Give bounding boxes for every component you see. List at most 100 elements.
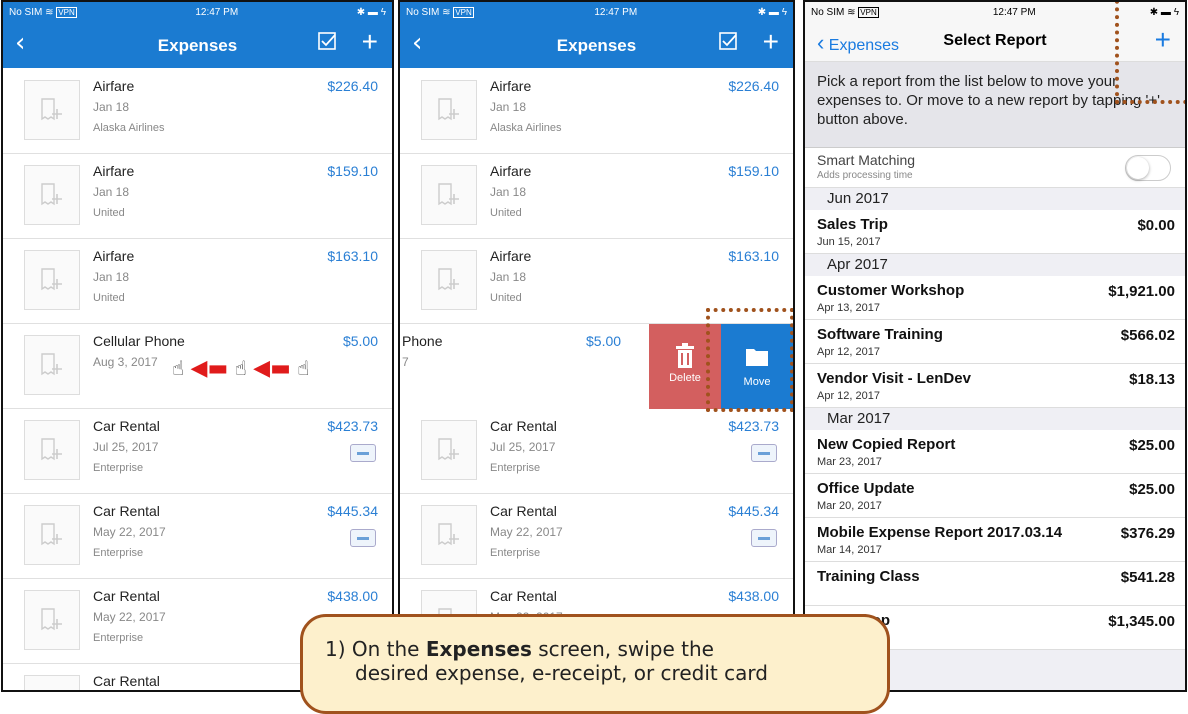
battery-icon: ✱ ▬ ϟ [356,6,386,18]
expense-title: Airfare [93,163,135,179]
receipt-thumbnail [24,505,80,565]
header-bar: No SIM ≋ VPN 12:47 PM ✱ ▬ ϟ ‹ Expenses + [3,2,392,68]
expense-vendor: Alaska Airlines [93,122,165,134]
receipt-add-icon [41,268,62,291]
carrier-label: No SIM ≋ VPN [9,6,77,18]
report-name: Training Class [817,568,920,585]
status-bar: No SIM ≋ VPN 12:47 PM ✱ ▬ ϟ [3,2,392,22]
report-amount: $25.00 [1129,481,1175,498]
receipt-add-icon [41,353,62,376]
expense-vendor: Enterprise [93,462,144,474]
instruction-callout: 1) On the Expenses screen, swipe the des… [300,614,890,714]
report-date: Mar 20, 2017 [817,500,882,512]
receipt-thumbnail [421,80,477,140]
month-header: Jun 2017 [805,188,1185,210]
swiped-date: 7 [402,355,409,369]
expense-row[interactable]: Airfare Jan 18 United $163.10 [3,238,392,324]
expense-amount: $5.00 [342,333,378,349]
expense-date: Jan 18 [93,185,130,199]
expense-row[interactable]: Airfare Jan 18 Alaska Airlines $226.40 [3,68,392,154]
expense-amount: $445.34 [327,503,378,519]
receipt-add-icon [438,183,459,206]
hand-icon: ☝ [172,356,185,380]
report-amount: $376.29 [1120,525,1175,542]
highlight-box [1115,2,1185,104]
expense-vendor: Alaska Airlines [490,122,562,134]
expense-title: Car Rental [93,673,160,689]
expense-row[interactable]: Car Rental May 22, 2017 Enterprise $445.34 [400,493,793,579]
report-name: New Copied Report [817,436,956,453]
expense-title: Airfare [93,248,135,264]
expense-title: Car Rental [490,418,557,434]
expense-amount: $445.34 [728,503,779,519]
add-icon[interactable]: + [763,26,779,58]
expense-date: Jan 18 [93,270,130,284]
report-row[interactable]: Sales Trip Jun 15, 2017 $0.00 [805,210,1185,254]
expense-row[interactable]: Airfare Jan 18 United $159.10 [3,153,392,239]
callout-line2: desired expense, e-receipt, or credit ca… [355,661,768,685]
hand-icon: ☝ [234,356,247,380]
report-date: Jun 15, 2017 [817,236,881,248]
report-date: Mar 23, 2017 [817,456,882,468]
expense-amount: $163.10 [728,248,779,264]
expense-date: May 22, 2017 [490,525,563,539]
expense-row[interactable]: Car Rental Jul 25, 2017 Enterprise $423.73 [400,408,793,494]
add-icon[interactable]: + [362,26,378,58]
receipt-add-icon [41,438,62,461]
expense-row[interactable]: Airfare Jan 18 Alaska Airlines $226.40 [400,68,793,154]
select-checkbox-icon[interactable] [719,32,737,55]
expense-title: Car Rental [93,588,160,604]
expense-title: Car Rental [490,503,557,519]
expense-vendor: Enterprise [93,632,144,644]
expense-vendor: Enterprise [490,547,541,559]
trash-icon [676,343,694,368]
select-checkbox-icon[interactable] [318,32,336,55]
expense-title: Car Rental [93,418,160,434]
report-row[interactable]: Vendor Visit - LenDev Apr 12, 2017 $18.13 [805,364,1185,408]
expense-title: Airfare [490,163,532,179]
receipt-thumbnail [24,250,80,310]
expense-amount: $226.40 [728,78,779,94]
month-header: Apr 2017 [805,254,1185,276]
expense-row[interactable]: Airfare Jan 18 United $159.10 [400,153,793,239]
expense-title: Car Rental [490,588,557,604]
report-row[interactable]: Training Class $541.28 [805,562,1185,606]
callout-line1: screen, swipe the [531,637,714,661]
report-name: Customer Workshop [817,282,965,299]
report-row[interactable]: Software Training Apr 12, 2017 $566.02 [805,320,1185,364]
carrier-label: No SIM ≋ VPN [811,6,879,18]
expense-amount: $438.00 [728,588,779,604]
expense-date: Aug 3, 2017 [93,355,158,369]
receipt-thumbnail [24,335,80,395]
expense-row[interactable]: Car Rental Jul 25, 2017 Enterprise $423.73 [3,408,392,494]
receipt-thumbnail [421,505,477,565]
credit-card-icon [350,529,376,547]
receipt-thumbnail [421,165,477,225]
receipt-thumbnail [421,250,477,310]
clock-label: 12:47 PM [992,6,1036,18]
carrier-label: No SIM ≋ VPN [406,6,474,18]
battery-icon: ✱ ▬ ϟ [757,6,787,18]
select-report-phone: No SIM ≋ VPN 12:47 PM ✱ ▬ ϟ ‹ Expenses S… [803,0,1187,692]
report-row[interactable]: New Copied Report Mar 23, 2017 $25.00 [805,430,1185,474]
expense-vendor: United [93,292,125,304]
expense-row[interactable]: Car Rental May 22, 2017 Enterprise $445.34 [3,493,392,579]
receipt-thumbnail [24,80,80,140]
expense-vendor: United [490,292,522,304]
receipt-thumbnail [421,420,477,480]
report-row[interactable]: Mobile Expense Report 2017.03.14 Mar 14, … [805,518,1185,562]
status-bar: No SIM ≋ VPN 12:47 PM ✱ ▬ ϟ [400,2,793,22]
smart-matching-toggle[interactable] [1125,155,1171,181]
expense-amount: $159.10 [728,163,779,179]
report-row[interactable]: Customer Workshop Apr 13, 2017 $1,921.00 [805,276,1185,320]
expense-date: Jan 18 [93,100,130,114]
receipt-add-icon [438,523,459,546]
report-amount: $18.13 [1129,371,1175,388]
report-name: Mobile Expense Report 2017.03.14 [817,524,1063,541]
expense-date: Jan 18 [490,185,527,199]
report-row[interactable]: Office Update Mar 20, 2017 $25.00 [805,474,1185,518]
report-amount: $566.02 [1120,327,1175,344]
expense-vendor: Enterprise [93,547,144,559]
report-name: Office Update [817,480,915,497]
expense-date: May 22, 2017 [93,610,166,624]
